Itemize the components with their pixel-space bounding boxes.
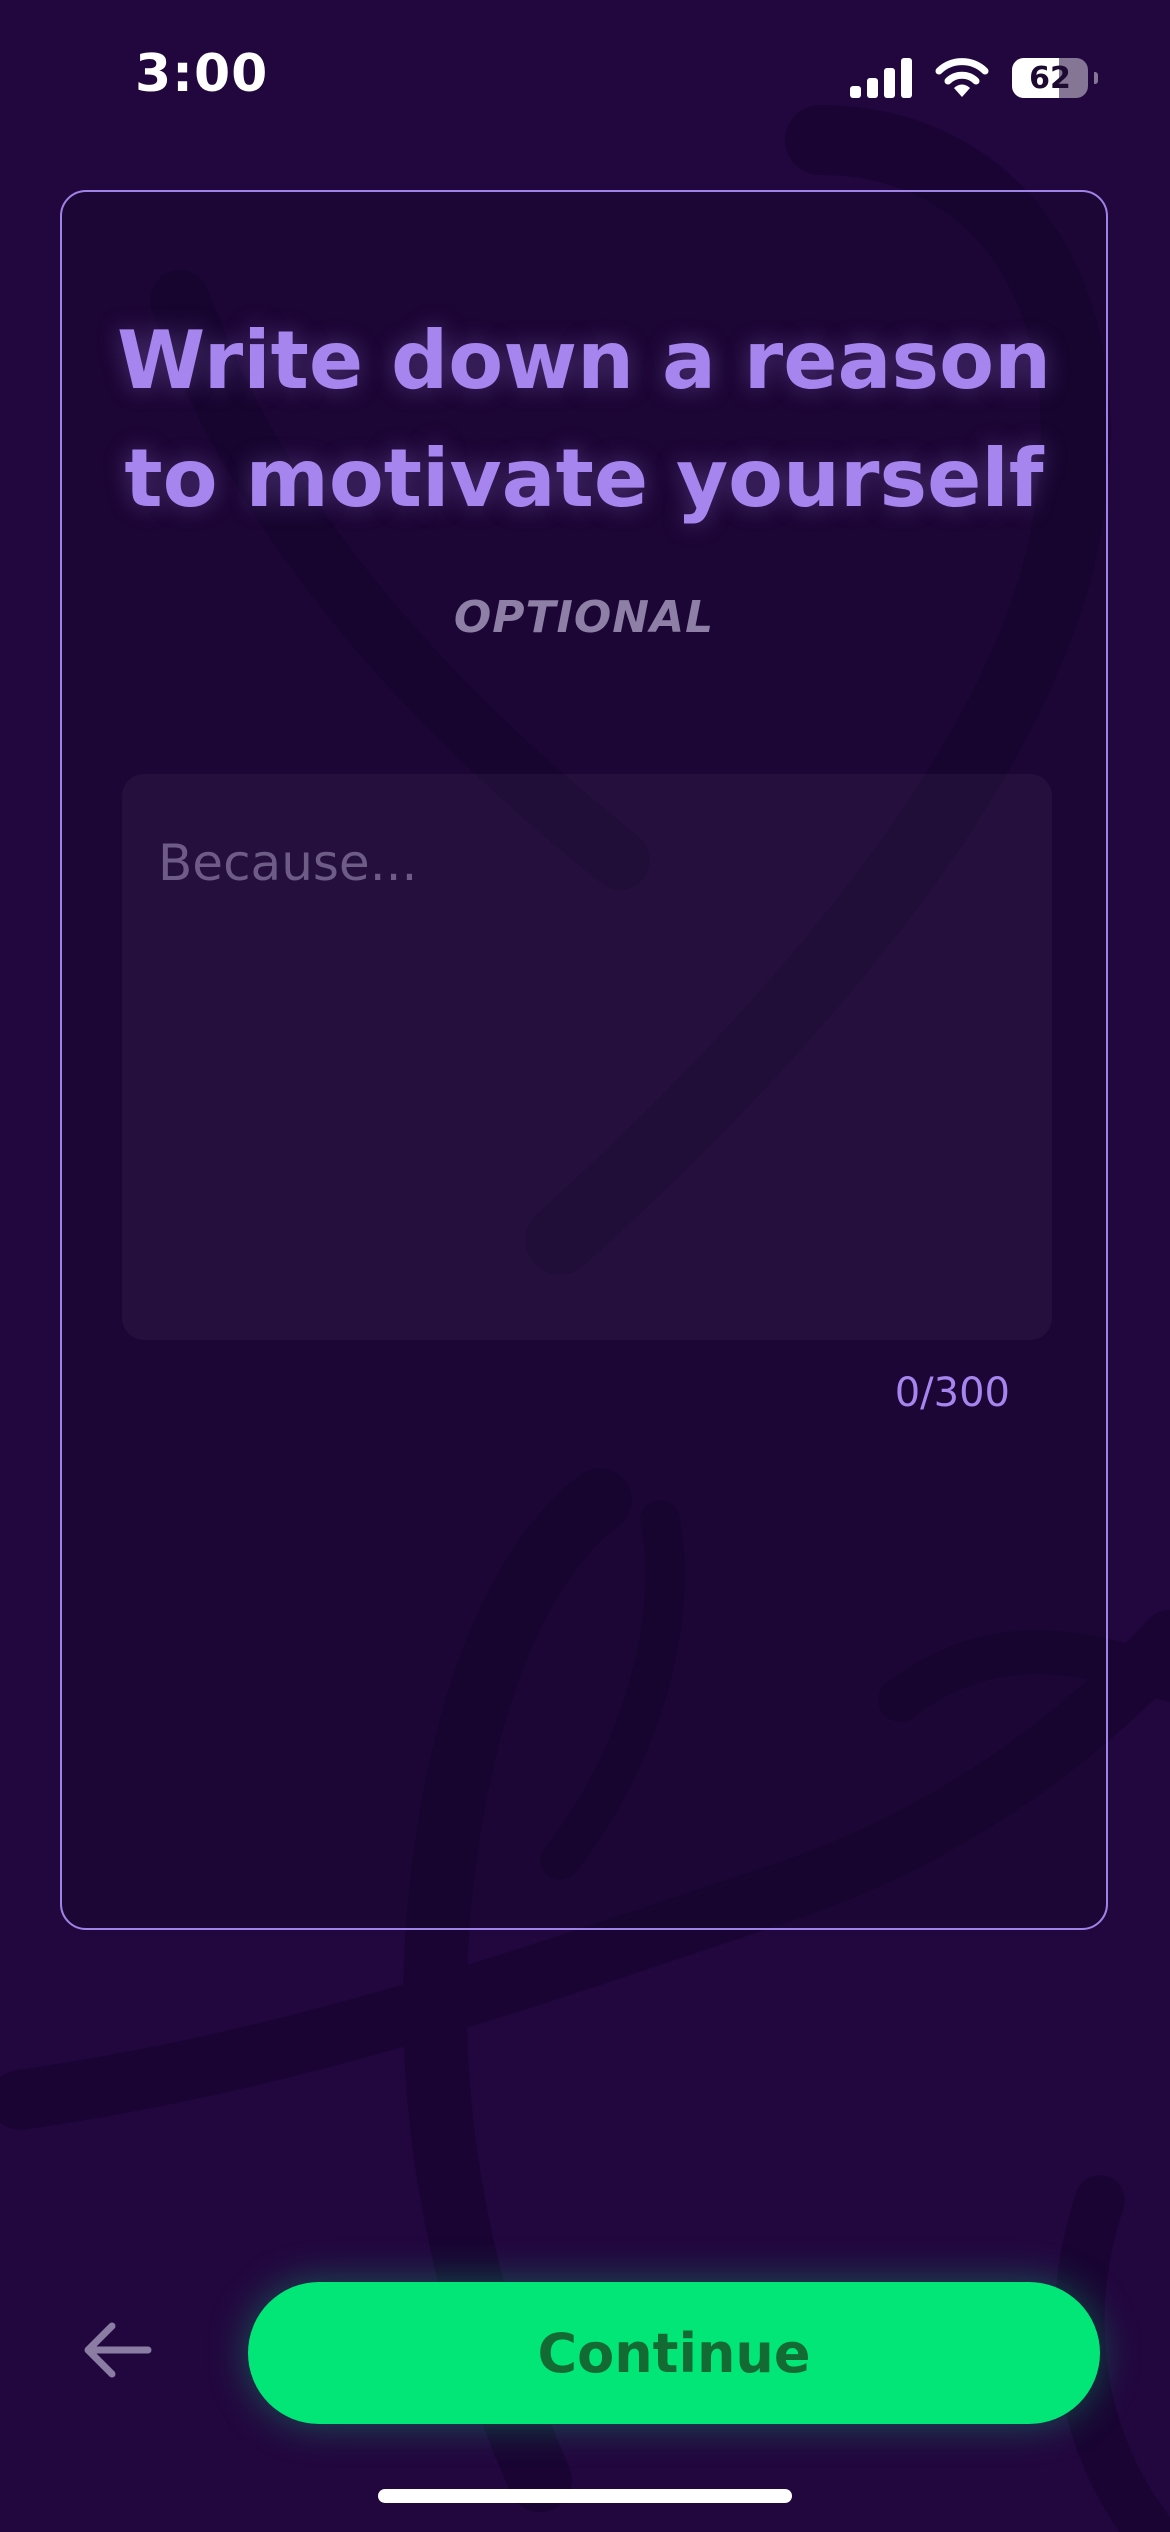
cellular-signal-icon bbox=[850, 58, 912, 98]
optional-label: OPTIONAL bbox=[453, 592, 715, 643]
status-time: 3:00 bbox=[135, 44, 269, 104]
wifi-icon bbox=[935, 58, 989, 97]
status-bar: 3:00 62 bbox=[0, 0, 1170, 150]
back-button[interactable] bbox=[72, 2310, 162, 2390]
battery-icon: 62 bbox=[1012, 58, 1088, 98]
motivation-card: Write down a reason to motivate yourself… bbox=[60, 190, 1108, 1930]
reason-input[interactable] bbox=[122, 774, 1052, 1340]
character-counter: 0/300 bbox=[894, 1370, 1010, 1416]
page-title: Write down a reason to motivate yourself bbox=[116, 314, 1052, 525]
arrow-left-icon bbox=[84, 2322, 152, 2378]
home-indicator[interactable] bbox=[378, 2489, 792, 2503]
continue-button[interactable]: Continue bbox=[248, 2282, 1100, 2424]
battery-level: 62 bbox=[1029, 60, 1071, 96]
battery-cap bbox=[1094, 72, 1098, 84]
status-icons: 62 bbox=[850, 56, 1098, 100]
battery-indicator: 62 bbox=[1012, 58, 1098, 98]
